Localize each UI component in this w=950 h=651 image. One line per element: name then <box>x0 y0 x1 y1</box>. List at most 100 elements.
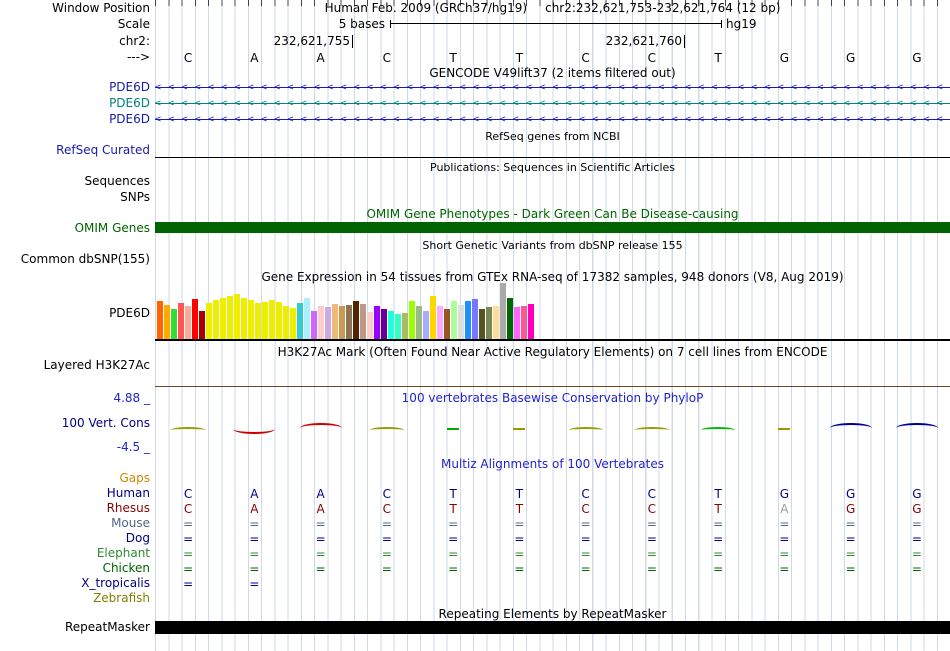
repeatmasker-bar[interactable] <box>155 621 950 634</box>
gtex-expression-bar[interactable] <box>255 303 261 339</box>
gtex-expression-bar[interactable] <box>479 309 485 339</box>
species-label-dog[interactable]: Dog <box>0 532 150 545</box>
conservation-mark[interactable] <box>568 427 603 433</box>
omim-genes-label[interactable]: OMIM Genes <box>0 222 150 235</box>
gtex-expression-bar[interactable] <box>332 304 338 339</box>
gtex-expression-bar[interactable] <box>416 306 422 339</box>
gtex-expression-bar[interactable] <box>290 308 296 339</box>
transcript-line[interactable]: <<<<<<<<<<<<<<<<<<<<<<<<<<<<<<<<<<<<<<<<… <box>155 97 950 110</box>
gtex-expression-bar[interactable] <box>381 309 387 339</box>
h3k27ac-signal-line[interactable] <box>155 386 950 387</box>
alignment-cell: = <box>514 547 525 561</box>
alignment-cell: = <box>845 547 856 561</box>
gtex-expression-bar[interactable] <box>472 299 478 339</box>
gtex-expression-bar[interactable] <box>507 298 513 339</box>
gtex-expression-bar[interactable] <box>360 304 366 339</box>
alignment-cell: = <box>448 517 459 531</box>
assembly-text: Human Feb. 2009 (GRCh37/hg19) <box>324 1 528 15</box>
species-label-zebrafish[interactable]: Zebrafish <box>0 592 150 605</box>
gtex-expression-bar[interactable] <box>199 311 205 339</box>
gencode-item-label[interactable]: PDE6D <box>0 97 150 110</box>
conservation-mark[interactable] <box>171 427 206 433</box>
gencode-item-label[interactable]: PDE6D <box>0 113 150 126</box>
alignment-cell: = <box>315 562 326 576</box>
gtex-expression-bar[interactable] <box>521 306 527 339</box>
conservation-mark[interactable] <box>634 427 669 433</box>
species-label-x_tropicalis[interactable]: X_tropicalis <box>0 577 150 590</box>
gtex-expression-bar[interactable] <box>451 301 457 339</box>
gtex-expression-bar[interactable] <box>514 307 520 339</box>
species-label-mouse[interactable]: Mouse <box>0 517 150 530</box>
conservation-mark[interactable] <box>299 423 342 433</box>
transcript-line[interactable]: <<<<<<<<<<<<<<<<<<<<<<<<<<<<<<<<<<<<<<<<… <box>155 113 950 126</box>
conservation-mark[interactable] <box>513 428 526 430</box>
alignment-cell: = <box>713 547 724 561</box>
species-label-chicken[interactable]: Chicken <box>0 562 150 575</box>
refseq-curated-label[interactable]: RefSeq Curated <box>0 144 150 157</box>
gtex-expression-bar[interactable] <box>213 300 219 339</box>
species-label-human[interactable]: Human <box>0 487 150 500</box>
conservation-mark[interactable] <box>778 428 791 430</box>
gtex-expression-bar[interactable] <box>528 304 534 339</box>
gtex-expression-bar[interactable] <box>220 298 226 339</box>
gtex-expression-bar[interactable] <box>227 296 233 339</box>
transcript-line[interactable]: <<<<<<<<<<<<<<<<<<<<<<<<<<<<<<<<<<<<<<<<… <box>155 81 950 94</box>
common-dbsnp-label[interactable]: Common dbSNP(155) <box>0 253 150 266</box>
gtex-expression-bar[interactable] <box>234 294 240 339</box>
gtex-expression-bar[interactable] <box>192 299 198 339</box>
gtex-expression-bar[interactable] <box>346 305 352 339</box>
gtex-expression-bar[interactable] <box>486 307 492 339</box>
repeatmasker-label[interactable]: RepeatMasker <box>0 621 150 634</box>
gtex-expression-bar[interactable] <box>402 313 408 339</box>
gtex-expression-bar[interactable] <box>241 298 247 339</box>
gtex-expression-bar[interactable] <box>339 306 345 339</box>
conservation-mark[interactable] <box>369 427 404 433</box>
gtex-expression-bar[interactable] <box>178 303 184 339</box>
gtex-expression-bar[interactable] <box>395 314 401 339</box>
gtex-expression-bar[interactable] <box>388 311 394 339</box>
gtex-expression-bar[interactable] <box>493 306 499 339</box>
gtex-expression-bar[interactable] <box>409 301 415 339</box>
gencode-item-label[interactable]: PDE6D <box>0 81 150 94</box>
species-label-gaps[interactable]: Gaps <box>0 472 150 485</box>
gtex-expression-bar[interactable] <box>262 302 268 339</box>
layered-h3k27ac-label[interactable]: Layered H3K27Ac <box>0 359 150 372</box>
gtex-gene-label[interactable]: PDE6D <box>0 307 150 320</box>
gtex-expression-bar[interactable] <box>185 306 191 339</box>
species-label-rhesus[interactable]: Rhesus <box>0 502 150 515</box>
gtex-expression-bar[interactable] <box>297 303 303 339</box>
gtex-expression-bar[interactable] <box>276 302 282 339</box>
conservation-mark[interactable] <box>447 428 460 430</box>
gtex-expression-bar[interactable] <box>283 306 289 339</box>
gtex-expression-bar[interactable] <box>311 311 317 339</box>
gtex-expression-bar[interactable] <box>500 283 506 339</box>
gtex-expression-bar[interactable] <box>353 301 359 339</box>
omim-gene-bar[interactable] <box>155 222 950 233</box>
alignment-cell: T <box>449 502 457 516</box>
gtex-expression-bar[interactable] <box>248 300 254 339</box>
conservation-mark[interactable] <box>895 423 938 433</box>
gtex-expression-bar[interactable] <box>458 305 464 339</box>
species-label-elephant[interactable]: Elephant <box>0 547 150 560</box>
gtex-expression-bar[interactable] <box>157 301 163 339</box>
gtex-expression-bar[interactable] <box>444 309 450 339</box>
conservation-track-label[interactable]: 100 Vert. Cons <box>0 417 150 430</box>
gtex-expression-bar[interactable] <box>206 303 212 339</box>
gtex-expression-bar[interactable] <box>269 300 275 339</box>
gtex-expression-bar[interactable] <box>465 301 471 339</box>
refseq-gene-line[interactable] <box>155 157 950 158</box>
gtex-expression-bar[interactable] <box>304 298 310 339</box>
gtex-expression-bar[interactable] <box>430 296 436 339</box>
gtex-expression-bar[interactable] <box>367 312 373 339</box>
conservation-mark[interactable] <box>701 427 736 433</box>
gtex-expression-bar[interactable] <box>325 307 331 339</box>
conservation-mark[interactable] <box>829 423 872 433</box>
gtex-expression-bar[interactable] <box>437 306 443 339</box>
gtex-expression-bar[interactable] <box>164 305 170 339</box>
gtex-expression-bar[interactable] <box>374 306 380 339</box>
gtex-expression-bar[interactable] <box>318 306 324 339</box>
gtex-expression-bar[interactable] <box>423 311 429 339</box>
snps-label[interactable]: SNPs <box>0 191 150 204</box>
gtex-expression-bar[interactable] <box>171 309 177 339</box>
sequences-label[interactable]: Sequences <box>0 175 150 188</box>
